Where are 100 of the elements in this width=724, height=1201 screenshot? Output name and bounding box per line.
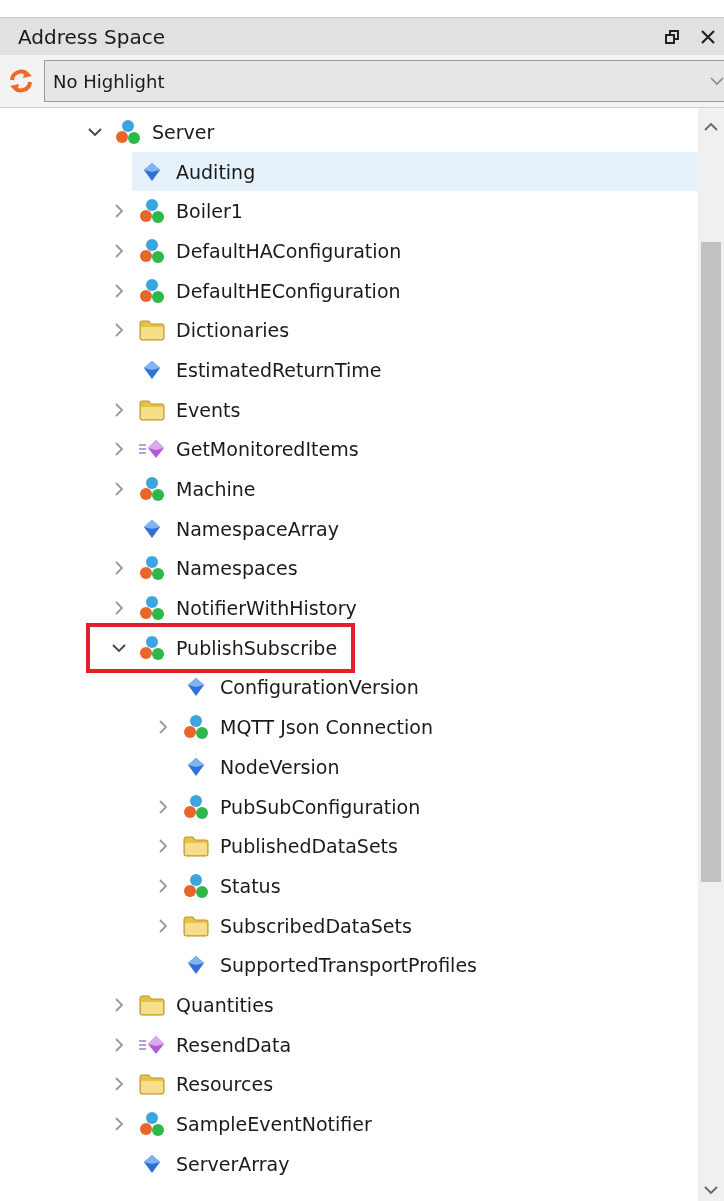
diamond-icon [142,358,162,381]
tree-row[interactable]: DefaultHAConfiguration [0,231,698,271]
tree-item-label[interactable]: PublishedDataSets [220,835,398,858]
tree-item-label[interactable]: Machine [176,478,256,501]
tree-item-label[interactable]: NodeVersion [220,755,340,778]
chevron-right-icon[interactable] [114,442,124,457]
tree-item-label[interactable]: Auditing [176,160,256,183]
folder-icon [138,1072,166,1097]
chevron-right-icon[interactable] [114,561,124,576]
tree-item-label[interactable]: DefaultHEConfiguration [176,279,401,302]
close-icon[interactable] [700,28,716,45]
tree-item-label[interactable]: Quantities [176,993,274,1016]
object-icon [182,792,210,821]
chevron-right-icon[interactable] [114,283,124,298]
chevron-right-icon[interactable] [114,204,124,219]
tree-item-label[interactable]: Server [152,120,215,143]
object-icon [138,554,166,583]
tree-row[interactable]: Namespaces [0,548,698,589]
tree-row[interactable]: NotifierWithHistory [0,588,698,628]
refresh-icon[interactable] [8,68,34,94]
diamond-icon [186,755,206,778]
object-icon [138,633,166,662]
tree-item-label[interactable]: ConfigurationVersion [220,676,419,699]
tree-item-label[interactable]: MQTT Json Connection [220,716,433,739]
tree-row[interactable]: MQTT Json Connection [0,707,698,747]
tree-row[interactable]: PublishSubscribe [0,627,698,668]
tree-item-label[interactable]: Events [176,398,241,421]
tree-item-label[interactable]: SubscribedDataSets [220,914,412,937]
tree-row[interactable]: Dictionaries [0,310,698,351]
tree-row[interactable]: Resources [0,1064,698,1105]
scrollbar-thumb[interactable] [701,242,721,882]
tree-item-highlight[interactable]: Auditing [132,151,698,192]
tree-row[interactable]: PublishedDataSets [0,826,698,867]
chevron-right-icon[interactable] [114,601,124,616]
tree-item-label[interactable]: SampleEventNotifier [176,1113,372,1136]
chevron-right-icon[interactable] [114,243,124,258]
method-icon [138,1033,166,1056]
tree-item-label[interactable]: NotifierWithHistory [176,597,357,620]
tree-row[interactable]: SampleEventNotifier [0,1104,698,1144]
tree-row[interactable]: PubSubConfiguration [0,786,698,827]
tree-item-label[interactable]: GetMonitoredItems [176,438,359,461]
scroll-down-icon[interactable] [704,1185,718,1195]
object-icon [138,197,166,226]
chevron-right-icon[interactable] [158,799,168,814]
tree-row[interactable]: ConfigurationVersion [0,667,698,708]
tree-row[interactable]: SupportedTransportProfiles [0,945,698,986]
tree-item-label[interactable]: Resources [176,1073,274,1096]
chevron-right-icon[interactable] [158,878,168,893]
chevron-down-icon[interactable] [88,126,102,137]
diamond-icon [142,160,162,183]
tree-item-label[interactable]: Boiler1 [176,200,243,223]
object-icon [138,1110,166,1139]
tree-item-label[interactable]: Namespaces [176,557,298,580]
tree-row[interactable]: EstimatedReturnTime [0,350,698,390]
tree-row[interactable]: ServerArray [0,1143,698,1184]
tree-row[interactable]: DefaultHEConfiguration [0,270,698,311]
chevron-right-icon[interactable] [114,323,124,338]
tree-item-label[interactable]: PubSubConfiguration [220,795,421,818]
scroll-up-icon[interactable] [704,122,718,132]
tree-item-label[interactable]: ServerArray [176,1152,290,1175]
chevron-right-icon[interactable] [158,918,168,933]
object-icon [138,475,166,504]
chevron-right-icon[interactable] [114,1117,124,1132]
tree-row[interactable]: SubscribedDataSets [0,905,698,946]
tree-row[interactable]: Status [0,866,698,906]
panel-title: Address Space [18,24,166,49]
object-icon [138,276,166,305]
tree-item-label[interactable]: EstimatedReturnTime [176,358,382,381]
tree-row[interactable]: NodeVersion [0,747,698,787]
tree-row[interactable]: NamespaceArray [0,508,698,549]
folder-icon [138,992,166,1017]
chevron-right-icon[interactable] [114,402,124,417]
chevron-right-icon[interactable] [114,1077,124,1092]
tree-item-label[interactable]: SupportedTransportProfiles [220,954,477,977]
chevron-right-icon[interactable] [114,1037,124,1052]
tree-row[interactable]: GetMonitoredItems [0,429,698,470]
tree-row[interactable]: Machine [0,469,698,509]
chevron-right-icon[interactable] [158,720,168,735]
tree-row[interactable]: Auditing [0,151,698,192]
highlight-dropdown[interactable]: No Highlight [44,60,724,102]
tree-row[interactable]: Quantities [0,985,698,1025]
chevron-right-icon[interactable] [158,839,168,854]
tree-row[interactable]: ResendData [0,1024,698,1065]
diamond-icon [142,1152,162,1175]
tree-item-label[interactable]: Dictionaries [176,319,290,342]
tree-row[interactable]: Events [0,389,698,430]
tree-item-label[interactable]: DefaultHAConfiguration [176,239,402,262]
tree-item-label[interactable]: NamespaceArray [176,517,339,540]
diamond-icon [142,517,162,540]
tree-item-label[interactable]: ResendData [176,1033,292,1056]
chevron-down-icon[interactable] [112,642,126,653]
chevron-right-icon[interactable] [114,482,124,497]
tree-row[interactable]: Server [0,112,698,152]
object-icon [114,117,142,146]
tree-row[interactable]: Boiler1 [0,191,698,232]
tree-item-label[interactable]: PublishSubscribe [176,636,338,659]
chevron-right-icon[interactable] [114,997,124,1012]
tree-item-label[interactable]: Status [220,874,281,897]
object-icon [138,594,166,623]
restore-icon[interactable] [664,28,680,45]
